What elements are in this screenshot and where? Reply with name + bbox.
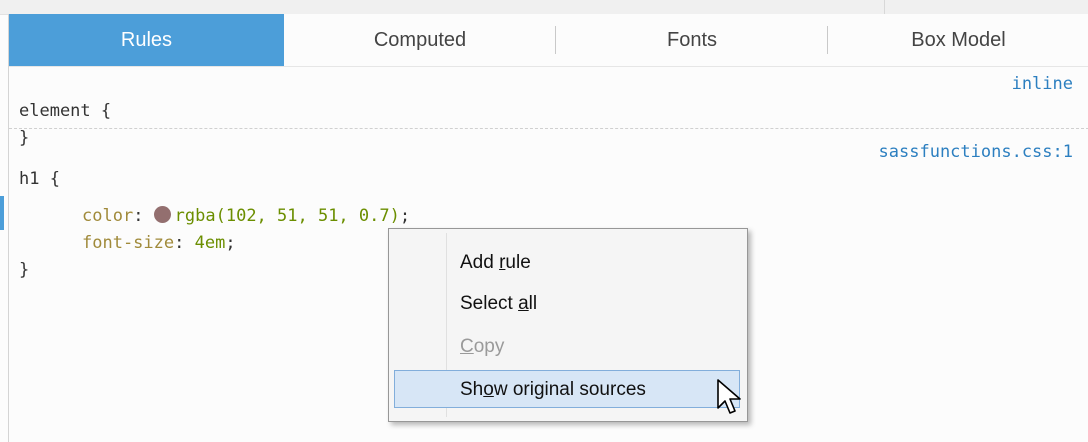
rule-header: element { inline [9,71,1088,121]
rule-header: h1 { sassfunctions.css:1 [9,139,1088,189]
context-menu: Add rule Select all Copy Show original s… [388,228,748,422]
tab-computed[interactable]: Computed [284,14,556,66]
tab-fonts-label: Fonts [666,29,718,51]
close-brace: } [19,260,30,280]
rule-element: element { inline } [9,66,1088,148]
declaration-color: color: rgba(102, 51, 51, 0.7); [82,206,411,226]
menu-item-select-all[interactable]: Select all [394,285,740,323]
menu-item-add-rule[interactable]: Add rule [394,244,740,282]
tab-rules[interactable]: Rules [9,14,284,66]
toolbar-divider [884,0,885,14]
menu-item-label: w original sources [493,379,646,400]
tab-computed-label: Computed [373,29,467,51]
menu-item-mnemonic: o [483,379,494,400]
tab-box-model[interactable]: Box Model [828,14,1088,66]
menu-item-label: ule [505,252,531,273]
declaration-font-size: font-size: 4em; [82,233,236,253]
menu-item-show-original-sources[interactable]: Show original sources [394,370,740,408]
mouse-pointer-icon [717,379,741,414]
menu-item-label: Add [460,252,500,273]
rule-source-link[interactable]: sassfunctions.css:1 [879,139,1073,166]
selection-marker [0,196,4,230]
tab-bar: Rules Computed Fonts Box Model [9,14,1088,67]
menu-item-mnemonic: a [518,293,529,314]
menu-item-label: Sh [460,379,484,400]
tab-rules-label: Rules [120,29,173,51]
menu-item-label: Select [460,293,519,314]
tab-fonts[interactable]: Fonts [556,14,828,66]
rule-footer: } [9,98,1088,148]
toolbar-strip [0,0,1088,15]
tab-box-model-label: Box Model [911,29,1006,51]
menu-item-copy[interactable]: Copy [394,328,740,366]
rule-source-link[interactable]: inline [1012,71,1073,98]
menu-item-mnemonic: C [460,336,474,357]
menu-item-label: ll [528,293,538,314]
menu-item-label: opy [473,336,505,357]
